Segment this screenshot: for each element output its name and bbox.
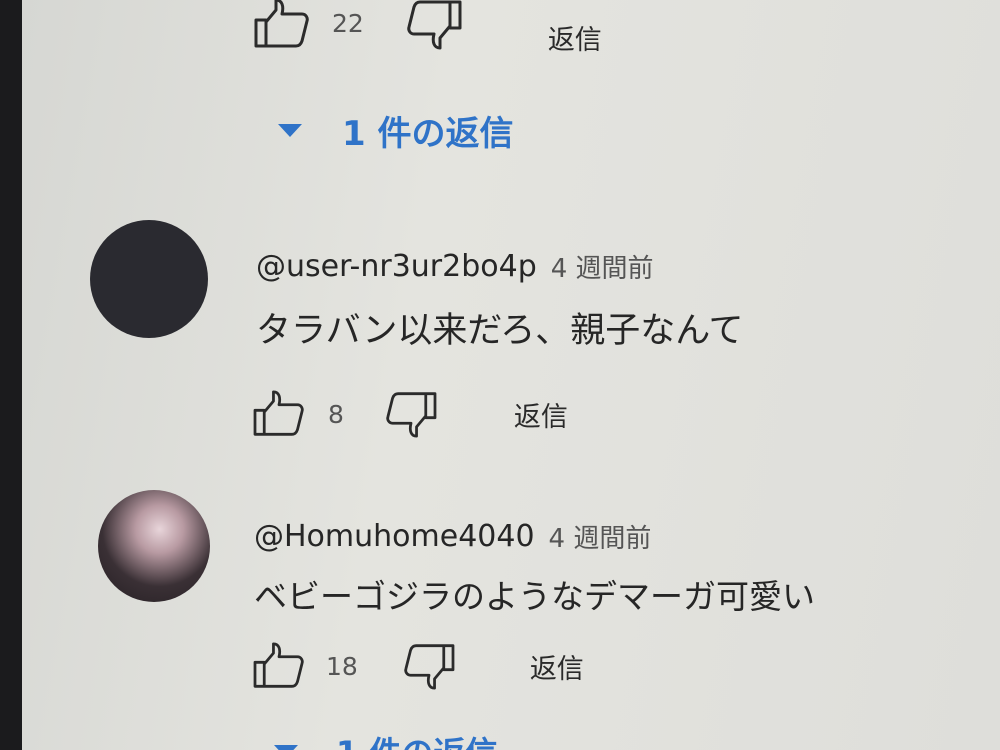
action-row-top: 22 返信	[252, 0, 602, 57]
thumbs-up-icon[interactable]	[250, 390, 308, 438]
thumbs-down-icon[interactable]	[400, 642, 458, 690]
view-replies-label: 1 件の返信	[336, 728, 497, 750]
device-bezel	[0, 0, 22, 750]
caret-down-icon	[278, 124, 302, 137]
view-replies-button[interactable]: 1 件の返信	[278, 106, 514, 155]
comment-header: @user-nr3ur2bo4p 4 週間前	[256, 248, 654, 285]
comment-author[interactable]: @Homuhome4040	[254, 519, 535, 554]
comment-text: ベビーゴジラのようなデマーガ可愛い	[254, 577, 815, 616]
view-replies-button[interactable]: 1 件の返信	[274, 728, 497, 750]
thumbs-up-icon[interactable]	[252, 0, 312, 50]
comment-list: 22 返信 1 件の返信 @user-nr3ur2bo4p 4 週間前 タラバン…	[22, 0, 1000, 750]
comment-header: @Homuhome4040 4 週間前	[254, 518, 651, 555]
comment-text: タラバン以来だろ、親子なんて	[256, 311, 744, 351]
comment-time: 4 週間前	[548, 524, 652, 554]
reply-button[interactable]: 返信	[548, 18, 602, 57]
caret-down-icon	[274, 744, 298, 750]
like-count: 8	[328, 399, 344, 429]
action-row: 18 返信	[250, 642, 584, 690]
comment-time: 4 週間前	[550, 254, 654, 284]
avatar[interactable]	[90, 220, 208, 338]
comment-author[interactable]: @user-nr3ur2bo4p	[256, 249, 537, 284]
avatar[interactable]	[98, 490, 210, 602]
thumbs-up-icon[interactable]	[250, 642, 308, 690]
thumbs-down-icon[interactable]	[382, 390, 440, 438]
like-count: 22	[332, 9, 364, 38]
reply-button[interactable]: 返信	[530, 647, 584, 686]
like-count: 18	[326, 651, 358, 681]
reply-button[interactable]: 返信	[514, 395, 568, 434]
action-row: 8 返信	[250, 390, 568, 438]
view-replies-label: 1 件の返信	[342, 114, 514, 154]
thumbs-down-icon[interactable]	[404, 0, 464, 50]
